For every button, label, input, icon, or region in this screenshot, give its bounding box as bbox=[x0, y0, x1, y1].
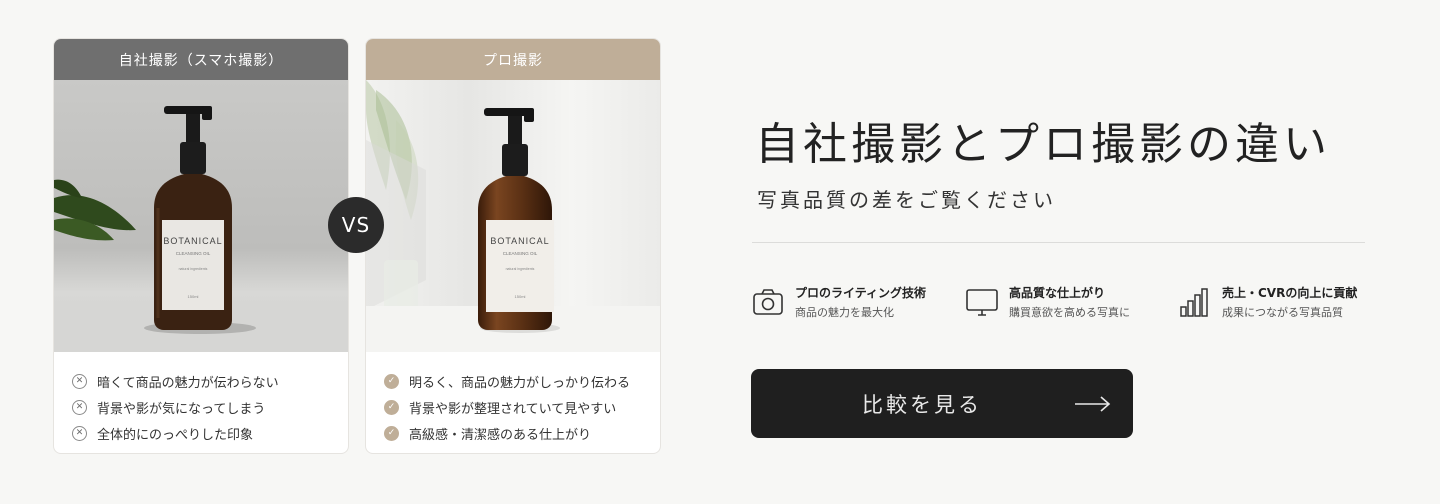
check-circle-icon: ✓ bbox=[384, 425, 399, 441]
pro-bottle-tagline: natural ingredients bbox=[506, 267, 535, 271]
pro-shot-header: プロ撮影 bbox=[366, 39, 660, 80]
feature-desc: 商品の魅力を最大化 bbox=[795, 306, 894, 319]
list-item: ✓ 明るく、商品の魅力がしっかり伝わる bbox=[384, 368, 660, 394]
pro-bottle-brand: BOTANICAL bbox=[490, 236, 549, 246]
x-circle-icon: ✕ bbox=[72, 373, 87, 389]
pro-bottle-volume: 150ml bbox=[515, 294, 526, 299]
check-circle-icon: ✓ bbox=[384, 373, 399, 389]
x-circle-icon: ✕ bbox=[72, 425, 87, 441]
list-item: ✓ 高級感・清潔感のある仕上がり bbox=[384, 420, 660, 446]
pro-shot-card: プロ撮影 BOTANICAL CLEANSING OIL natural ing… bbox=[365, 38, 661, 454]
feature-name: 高品質な仕上がり bbox=[1009, 286, 1106, 300]
self-bottle-brand: BOTANICAL bbox=[163, 236, 222, 246]
x-circle-icon: ✕ bbox=[72, 399, 87, 415]
vs-badge: VS bbox=[328, 197, 384, 253]
page-title: 自社撮影とプロ撮影の違い bbox=[755, 119, 1331, 170]
compare-button[interactable]: 比較を見る bbox=[751, 369, 1133, 438]
self-bottle-volume: 150ml bbox=[188, 294, 199, 299]
pro-bottle-product: CLEANSING OIL bbox=[503, 251, 538, 256]
feature-desc: 購買意欲を高める写真に bbox=[1009, 306, 1130, 319]
self-bottle-product: CLEANSING OIL bbox=[176, 251, 211, 256]
list-item: ✕ 背景や影が気になってしまう bbox=[72, 394, 348, 420]
monitor-icon bbox=[966, 289, 998, 316]
arrow-right-icon bbox=[1075, 395, 1111, 412]
camera-icon bbox=[753, 289, 783, 315]
feature-name: プロのライティング技術 bbox=[795, 286, 927, 300]
self-shot-points: ✕ 暗くて商品の魅力が伝わらない ✕ 背景や影が気になってしまう ✕ 全体的にのっぺり… bbox=[54, 352, 348, 446]
feature-lighting: プロのライティング技術 商品の魅力を最大化 bbox=[751, 285, 926, 321]
list-item: ✓ 背景や影が整理されていて見やすい bbox=[384, 394, 660, 420]
self-shot-header: 自社撮影（スマホ撮影） bbox=[54, 39, 348, 80]
feature-quality: 高品質な仕上がり 購買意欲を高める写真に bbox=[965, 285, 1130, 321]
pro-shot-points: ✓ 明るく、商品の魅力がしっかり伝わる ✓ 背景や影が整理されていて見やすい ✓ 高級… bbox=[366, 352, 660, 446]
page-subtitle: 写真品質の差をご覧ください bbox=[757, 188, 1056, 212]
self-shot-card: 自社撮影（スマホ撮影） BOTANICAL CLEANSING OIL natu… bbox=[53, 38, 349, 454]
feature-name: 売上・CVRの向上に貢献 bbox=[1222, 286, 1358, 300]
list-item: ✕ 全体的にのっぺりした印象 bbox=[72, 420, 348, 446]
divider bbox=[752, 242, 1365, 243]
feature-desc: 成果につながる写真品質 bbox=[1222, 306, 1343, 319]
self-shot-photo: BOTANICAL CLEANSING OIL natural ingredie… bbox=[54, 80, 348, 352]
compare-button-label: 比較を見る bbox=[862, 392, 982, 417]
check-circle-icon: ✓ bbox=[384, 399, 399, 415]
feature-sales: 売上・CVRの向上に貢献 成果につながる写真品質 bbox=[1178, 285, 1357, 321]
list-item: ✕ 暗くて商品の魅力が伝わらない bbox=[72, 368, 348, 394]
bar-chart-icon bbox=[1180, 288, 1208, 317]
self-bottle-tagline: natural ingredients bbox=[179, 267, 208, 271]
pro-shot-photo: BOTANICAL CLEANSING OIL natural ingredie… bbox=[366, 80, 660, 352]
